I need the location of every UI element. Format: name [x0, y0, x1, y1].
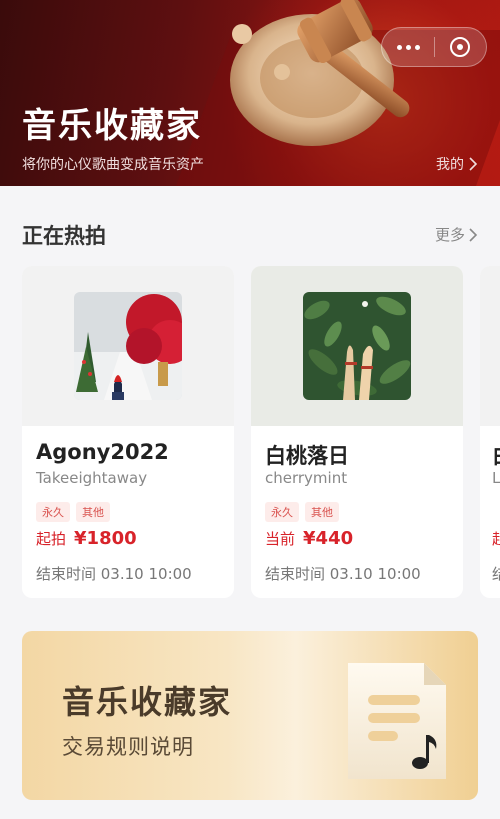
price-value: ¥1800 — [74, 528, 137, 549]
cover-area — [480, 266, 500, 426]
more-dots-icon[interactable] — [382, 27, 434, 67]
card-tags: 永久 其他 — [36, 502, 110, 522]
rules-banner[interactable]: 音乐收藏家 交易规则说明 — [22, 631, 478, 800]
page-title: 音乐收藏家 — [22, 106, 202, 146]
price-label: 起拍 — [36, 530, 67, 548]
snowy-forest-cover — [74, 292, 182, 400]
section-title: 正在热拍 — [22, 224, 106, 248]
price-value: ¥440 — [303, 528, 354, 549]
document-music-icon — [348, 663, 446, 779]
tag-badge: 其他 — [305, 502, 339, 522]
auction-card[interactable]: 白桃落日 cherrymint 永久 其他 当前 ¥440 结束时间 03.10… — [251, 266, 463, 598]
auction-card[interactable]: Agony2022 Takeeightaway 永久 其他 起拍 ¥1800 结… — [22, 266, 234, 598]
page-subtitle: 将你的心仪歌曲变成音乐资产 — [22, 157, 204, 173]
end-time: 结束时间 03.10 10:00 — [265, 565, 421, 583]
chevron-right-icon — [469, 227, 478, 242]
tag-badge: 其他 — [76, 502, 110, 522]
tag-badge: 永久 — [36, 502, 70, 522]
mine-link[interactable]: 我的 — [436, 154, 478, 174]
close-circle-icon[interactable] — [435, 27, 486, 67]
header-banner: 音乐收藏家 将你的心仪歌曲变成音乐资产 我的 — [0, 0, 500, 186]
card-artist: cherrymint — [265, 469, 348, 487]
card-title: 白桃落日 — [265, 444, 349, 468]
miniprogram-capsule — [381, 27, 487, 67]
leaves-hands-cover — [303, 292, 411, 400]
card-tags: 永久 其他 — [265, 502, 339, 522]
card-title: Agony2022 — [36, 440, 169, 464]
auction-card-partial[interactable]: 白 L 起 结 — [480, 266, 500, 598]
price-row: 起拍 ¥1800 — [36, 528, 137, 549]
promo-subtitle: 交易规则说明 — [62, 735, 194, 759]
mine-label: 我的 — [436, 157, 464, 173]
cover-area — [22, 266, 234, 426]
card-title: 白 — [492, 440, 500, 470]
more-label: 更多 — [434, 226, 465, 244]
price-label: 当前 — [265, 530, 296, 548]
cover-area — [251, 266, 463, 426]
end-time: 结束时间 03.10 10:00 — [36, 565, 192, 583]
price-row: 起 — [492, 528, 500, 549]
chevron-right-icon — [469, 157, 478, 171]
promo-title: 音乐收藏家 — [62, 683, 233, 721]
price-label: 起 — [492, 530, 500, 548]
more-link[interactable]: 更多 — [435, 224, 478, 245]
card-artist: Takeeightaway — [36, 469, 148, 487]
card-artist: L — [492, 469, 500, 487]
tag-badge: 永久 — [265, 502, 299, 522]
price-row: 当前 ¥440 — [265, 528, 353, 549]
end-time: 结 — [492, 565, 500, 583]
